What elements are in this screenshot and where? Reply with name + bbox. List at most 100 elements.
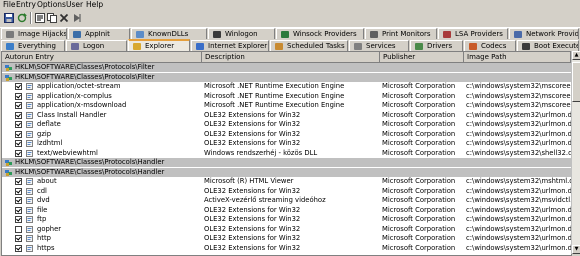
services-icon	[354, 43, 362, 50]
publisher-cell: Microsoft Corporation	[382, 91, 456, 100]
registry-key-row[interactable]: HKLM\SOFTWARE\Classes\Protocols\Filter	[2, 63, 571, 72]
entry-checkbox[interactable]	[15, 92, 22, 100]
image-path-cell: c:\windows\system32\urlmon.dll	[466, 215, 571, 223]
table-row[interactable]: cdl OLE32 Extensions for Win32 Microsoft C…	[2, 187, 571, 196]
registry-key-row[interactable]: HKLM\SOFTWARE\Classes\Protocols\Handler	[2, 158, 571, 167]
tab-winsock-providers[interactable]: Winsock Providers	[276, 28, 364, 39]
menu-bar: File Entry Options User Help	[0, 0, 580, 10]
table-row[interactable]: Class Install Handler OLE32 Extensions fo…	[2, 111, 571, 120]
entry-checkbox[interactable]	[15, 130, 22, 138]
dll-icon	[26, 187, 33, 195]
table-row[interactable]: dvd ActiveX-vezérlő streaming videóhoz Mic…	[2, 196, 571, 205]
menu-entry[interactable]: Entry	[16, 0, 36, 10]
everything-icon	[6, 43, 14, 50]
tab-winlogon[interactable]: Winlogon	[208, 28, 275, 39]
entry-checkbox[interactable]	[15, 178, 22, 185]
image-path-cell: c:\windows\system32\msvidctl.dll	[466, 196, 571, 204]
registry-key-row[interactable]: HKLM\SOFTWARE\Classes\Protocols\Filter	[2, 72, 571, 82]
tab-internet-explorer[interactable]: Internet Explorer	[191, 40, 269, 51]
properties-icon[interactable]	[34, 12, 45, 23]
tab-lsa-providers[interactable]: LSA Providers	[438, 28, 508, 39]
toolbar-separator	[30, 12, 32, 24]
menu-options[interactable]: Options	[37, 0, 66, 10]
tab-drivers[interactable]: Drivers	[410, 40, 463, 51]
entry-checkbox[interactable]	[15, 111, 22, 119]
tab-services[interactable]: Services	[349, 40, 409, 51]
delete-icon[interactable]	[58, 12, 69, 23]
scheduled-tasks-icon	[275, 43, 283, 50]
jump-icon[interactable]	[71, 12, 82, 23]
menu-help[interactable]: Help	[86, 0, 103, 10]
description-cell: OLE32 Extensions for Win32	[204, 234, 301, 242]
table-row[interactable]: application/x-complus Microsoft .NET Runt…	[2, 92, 571, 101]
tab-row-top: Image Hijacks AppInit KnownDLLs Winlogon…	[0, 28, 580, 40]
column-header-autorun-entry[interactable]: Autorun Entry	[2, 52, 202, 62]
tab-everything[interactable]: Everything	[1, 40, 65, 51]
description-cell: Microsoft .NET Runtime Execution Engine	[204, 82, 345, 90]
entry-checkbox[interactable]	[15, 140, 22, 147]
publisher-cell: Microsoft Corporation	[382, 139, 456, 147]
table-row[interactable]: application/x-msdownload Microsoft .NET R…	[2, 101, 571, 110]
entry-checkbox[interactable]	[15, 149, 22, 157]
dll-icon	[26, 83, 33, 90]
table-row[interactable]: application/octet-stream Microsoft .NET R…	[2, 82, 571, 91]
entry-checkbox[interactable]	[15, 244, 22, 252]
tab-knowndlls[interactable]: KnownDLLs	[131, 28, 207, 39]
column-header-image-path[interactable]: Image Path	[464, 52, 571, 62]
entry-checkbox[interactable]	[15, 197, 22, 204]
table-row[interactable]: gzip OLE32 Extensions for Win32 Microsoft …	[2, 130, 571, 139]
tab-image-hijacks[interactable]: Image Hijacks	[1, 28, 67, 39]
image-path-cell: c:\windows\system32\mscoree.dll	[466, 91, 571, 100]
scroll-down-button[interactable]: ▼	[572, 245, 580, 254]
save-icon[interactable]	[3, 12, 14, 23]
autoruns-list[interactable]: Autorun Entry Description Publisher Imag…	[1, 51, 572, 256]
menu-file[interactable]: File	[3, 0, 16, 10]
vertical-scrollbar[interactable]: ▲ ▼	[571, 51, 580, 254]
table-row[interactable]: text/webviewhtml Windows rendszerhéj - kö…	[2, 149, 571, 158]
tab-codecs[interactable]: Codecs	[464, 40, 516, 51]
tab-explorer[interactable]: Explorer	[128, 39, 190, 51]
column-header-publisher[interactable]: Publisher	[380, 52, 464, 62]
scroll-up-button[interactable]: ▲	[572, 51, 580, 60]
tab-boot-execute[interactable]: Boot Execute	[517, 40, 579, 51]
tab-logon[interactable]: Logon	[66, 40, 127, 51]
description-cell: ActiveX-vezérlő streaming videóhoz	[204, 196, 326, 204]
tab-appinit[interactable]: AppInit	[68, 28, 130, 39]
tab-network-providers[interactable]: Network Providers	[509, 28, 579, 39]
publisher-cell: Microsoft Corporation	[382, 196, 456, 204]
image-path-cell: c:\windows\system32\urlmon.dll	[466, 120, 571, 128]
description-cell: OLE32 Extensions for Win32	[204, 139, 301, 147]
entry-checkbox[interactable]	[15, 102, 22, 109]
entry-checkbox[interactable]	[15, 83, 22, 90]
description-cell: Microsoft .NET Runtime Execution Engine	[204, 101, 345, 109]
copy-icon[interactable]	[46, 12, 57, 23]
entry-checkbox[interactable]	[15, 206, 22, 214]
description-cell: OLE32 Extensions for Win32	[204, 120, 301, 128]
column-header-description[interactable]: Description	[202, 52, 380, 62]
refresh-icon[interactable]	[16, 12, 27, 23]
tab-print-monitors[interactable]: Print Monitors	[365, 28, 437, 39]
registry-key-row[interactable]: HKLM\SOFTWARE\Classes\Protocols\Handler	[2, 167, 571, 177]
entry-checkbox[interactable]	[15, 225, 22, 233]
scroll-thumb[interactable]	[572, 62, 580, 102]
table-row[interactable]: http OLE32 Extensions for Win32 Microsoft …	[2, 234, 571, 243]
autorun-entry-cell: cdl	[37, 186, 47, 195]
entry-checkbox[interactable]	[15, 121, 22, 128]
entry-checkbox[interactable]	[15, 235, 22, 242]
publisher-cell: Microsoft Corporation	[382, 101, 456, 109]
table-row[interactable]: lzdhtml OLE32 Extensions for Win32 Microso…	[2, 139, 571, 148]
image-path-cell: c:\windows\system32\urlmon.dll	[466, 205, 571, 214]
autorun-entry-cell: application/x-msdownload	[37, 101, 127, 109]
table-row[interactable]: gopher OLE32 Extensions for Win32 Microsof…	[2, 225, 571, 234]
menu-user[interactable]: User	[66, 0, 83, 10]
image-path-cell: c:\windows\system32\urlmon.dll	[466, 224, 571, 233]
tab-scheduled-tasks[interactable]: Scheduled Tasks	[270, 40, 348, 51]
table-row[interactable]: deflate OLE32 Extensions for Win32 Microso…	[2, 120, 571, 129]
autorun-entry-cell: deflate	[37, 120, 61, 128]
table-row[interactable]: ftp OLE32 Extensions for Win32 Microsoft C…	[2, 215, 571, 224]
entry-checkbox[interactable]	[15, 187, 22, 195]
table-row[interactable]: https OLE32 Extensions for Win32 Microsoft…	[2, 244, 571, 253]
entry-checkbox[interactable]	[15, 216, 22, 223]
table-row[interactable]: file OLE32 Extensions for Win32 Microsoft …	[2, 206, 571, 215]
table-row[interactable]: about Microsoft (R) HTML Viewer Microsoft …	[2, 177, 571, 186]
